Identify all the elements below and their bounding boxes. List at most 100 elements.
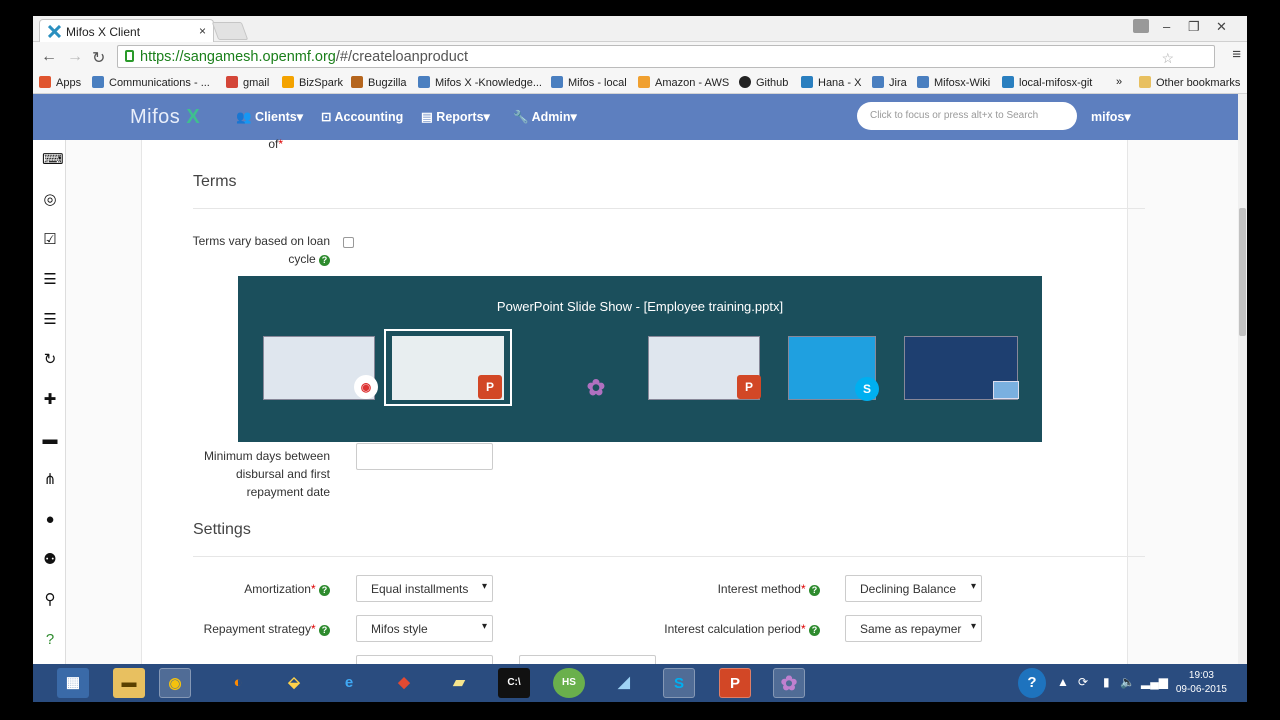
restore-icon[interactable]: ❐ <box>1188 19 1200 35</box>
bookmark-item[interactable]: Github <box>739 76 788 89</box>
repayment-strategy-select[interactable]: Mifos style <box>356 615 493 642</box>
powerpoint-icon: P <box>478 375 502 399</box>
notes-icon[interactable]: ▰ <box>443 668 475 698</box>
user-icon[interactable]: ● <box>42 512 58 528</box>
bookmark-item[interactable]: local-mifosx-git <box>1002 76 1092 89</box>
user-menu[interactable]: mifos▾ <box>1091 109 1131 124</box>
window-thumbnail-desktop[interactable] <box>904 336 1019 400</box>
plus-icon[interactable]: ✚ <box>42 392 58 408</box>
bookmark-item[interactable]: Mifosx-Wiki <box>917 76 990 89</box>
scrollbar-thumb[interactable] <box>1239 208 1246 336</box>
tab-strip: Mifos X Client × – ❐ ✕ <box>33 16 1247 42</box>
keyboard-icon[interactable]: ⌨ <box>42 152 64 168</box>
internet-explorer-icon[interactable]: e <box>333 668 365 698</box>
bookmark-item[interactable]: Mifos X -Knowledge... <box>418 76 542 89</box>
profile-icon[interactable] <box>1133 19 1149 33</box>
bookmark-item[interactable]: Communications - ... <box>92 76 210 89</box>
remote-desktop-icon[interactable]: ⬙ <box>278 668 310 698</box>
flower-taskbar-icon[interactable]: ✿ <box>773 668 805 698</box>
browser-tab[interactable]: Mifos X Client × <box>39 19 214 42</box>
help-icon[interactable]: ? <box>319 255 330 266</box>
reload-icon[interactable]: ↻ <box>92 48 105 68</box>
folder-icon[interactable]: ▬ <box>42 432 58 448</box>
help-icon[interactable]: ? <box>319 625 330 636</box>
volume-icon[interactable]: 🔈 <box>1120 675 1135 689</box>
chrome-taskbar-icon[interactable]: ◉ <box>159 668 191 698</box>
bookmark-item[interactable]: Hana - X <box>801 76 861 89</box>
skype-icon: S <box>855 377 879 401</box>
bookmark-item[interactable]: BizSpark <box>282 76 343 89</box>
nav-accounting[interactable]: ⊡ Accounting <box>321 109 403 124</box>
show-hidden-icons[interactable]: ▲ <box>1057 675 1069 689</box>
interest-method-select[interactable]: Declining Balance <box>845 575 982 602</box>
chrome-menu-icon[interactable]: ≡ <box>1232 46 1241 63</box>
app-icon[interactable]: ◢ <box>608 668 640 698</box>
brand-logo[interactable]: Mifos X <box>130 106 200 129</box>
sync-icon[interactable]: ⟳ <box>1078 675 1088 689</box>
interest-calculation-select[interactable]: Same as repaymer <box>845 615 982 642</box>
file-explorer-icon[interactable]: ▬ <box>113 668 145 698</box>
window-thumbnail-powerpoint-selected[interactable]: P <box>384 329 512 406</box>
bookmark-item[interactable]: Apps <box>39 76 81 89</box>
window-thumbnail-chrome[interactable]: ◉ <box>263 336 378 400</box>
network-app-icon[interactable]: ▦ <box>57 668 89 698</box>
list-icon[interactable]: ☰ <box>42 312 58 328</box>
forward-icon[interactable]: → <box>67 48 83 66</box>
mifos-icon <box>801 76 813 88</box>
system-clock[interactable]: 19:03 09-06-2015 <box>1176 669 1227 697</box>
bookmark-item[interactable]: Bugzilla <box>351 76 407 89</box>
git-icon[interactable]: ◆ <box>388 668 420 698</box>
mifos-icon <box>1002 76 1014 88</box>
help-icon[interactable]: ? <box>42 632 58 648</box>
globe-icon <box>872 76 884 88</box>
command-prompt-icon[interactable]: C:\ <box>498 668 530 698</box>
window-switcher: PowerPoint Slide Show - [Employee traini… <box>238 276 1042 442</box>
firefox-icon[interactable]: ◐ <box>222 668 254 698</box>
window-thumbnail-skype[interactable]: S <box>788 336 879 401</box>
hs-app-icon[interactable]: HS <box>553 668 585 698</box>
url-host: https://sangamesh.openmf.org <box>140 49 336 65</box>
page-scrollbar[interactable] <box>1238 94 1247 680</box>
window-close-icon[interactable]: ✕ <box>1216 19 1227 35</box>
bookmark-star-icon[interactable]: ☆ <box>1161 50 1174 67</box>
skype-taskbar-icon[interactable]: S <box>663 668 695 698</box>
back-icon[interactable]: ← <box>41 48 57 66</box>
address-bar[interactable]: https://sangamesh.openmf.org/#/createloa… <box>117 45 1215 68</box>
bookmark-item[interactable]: gmail <box>226 76 269 89</box>
refresh-icon[interactable]: ↻ <box>42 352 58 368</box>
other-bookmarks[interactable]: Other bookmarks <box>1139 76 1240 89</box>
help-taskbar-icon[interactable]: ? <box>1018 668 1046 698</box>
lock-icon <box>125 50 134 62</box>
group-icon[interactable]: ⚉ <box>42 552 58 568</box>
amortization-label: Amortization* ? <box>162 580 330 598</box>
flower-app-icon[interactable]: ✿ <box>584 376 608 400</box>
help-icon[interactable]: ? <box>809 625 820 636</box>
tab-close-icon[interactable]: × <box>199 24 206 38</box>
map-marker-icon[interactable]: ⚲ <box>42 592 58 608</box>
tasks-icon[interactable]: ☰ <box>42 272 58 288</box>
checkbox-icon[interactable]: ☑ <box>42 232 58 248</box>
network-signal-icon[interactable]: ▂▄▆ <box>1141 675 1168 689</box>
powerpoint-taskbar-icon[interactable]: P <box>719 668 751 698</box>
aws-icon <box>638 76 650 88</box>
minimize-icon[interactable]: – <box>1163 19 1170 34</box>
min-days-input[interactable] <box>356 443 493 470</box>
bookmarks-overflow-button[interactable]: » <box>1116 76 1122 88</box>
help-icon[interactable]: ? <box>809 585 820 596</box>
terms-vary-checkbox[interactable] <box>343 237 354 248</box>
bookmark-item[interactable]: Mifos - local <box>551 76 627 89</box>
nav-reports[interactable]: ▤ Reports▾ <box>421 109 490 124</box>
bookmark-item[interactable]: Amazon - AWS <box>638 76 729 89</box>
sitemap-icon[interactable]: ⋔ <box>42 472 58 488</box>
bookmark-item[interactable]: Jira <box>872 76 907 89</box>
amortization-select[interactable]: Equal installments <box>356 575 493 602</box>
left-sidebar: ⌨ ◎ ☑ ☰ ☰ ↻ ✚ ▬ ⋔ ● ⚉ ⚲ ? <box>33 140 66 680</box>
new-tab-button[interactable] <box>211 22 249 40</box>
search-input[interactable]: Click to focus or press alt+x to Search <box>857 102 1077 130</box>
help-icon[interactable]: ? <box>319 585 330 596</box>
battery-icon[interactable]: ▮ <box>1103 675 1110 689</box>
window-thumbnail-powerpoint[interactable]: P <box>648 336 761 400</box>
nav-clients[interactable]: 👥 Clients▾ <box>236 109 303 125</box>
compass-icon[interactable]: ◎ <box>42 192 58 208</box>
nav-admin[interactable]: 🔧 Admin▾ <box>513 109 577 125</box>
